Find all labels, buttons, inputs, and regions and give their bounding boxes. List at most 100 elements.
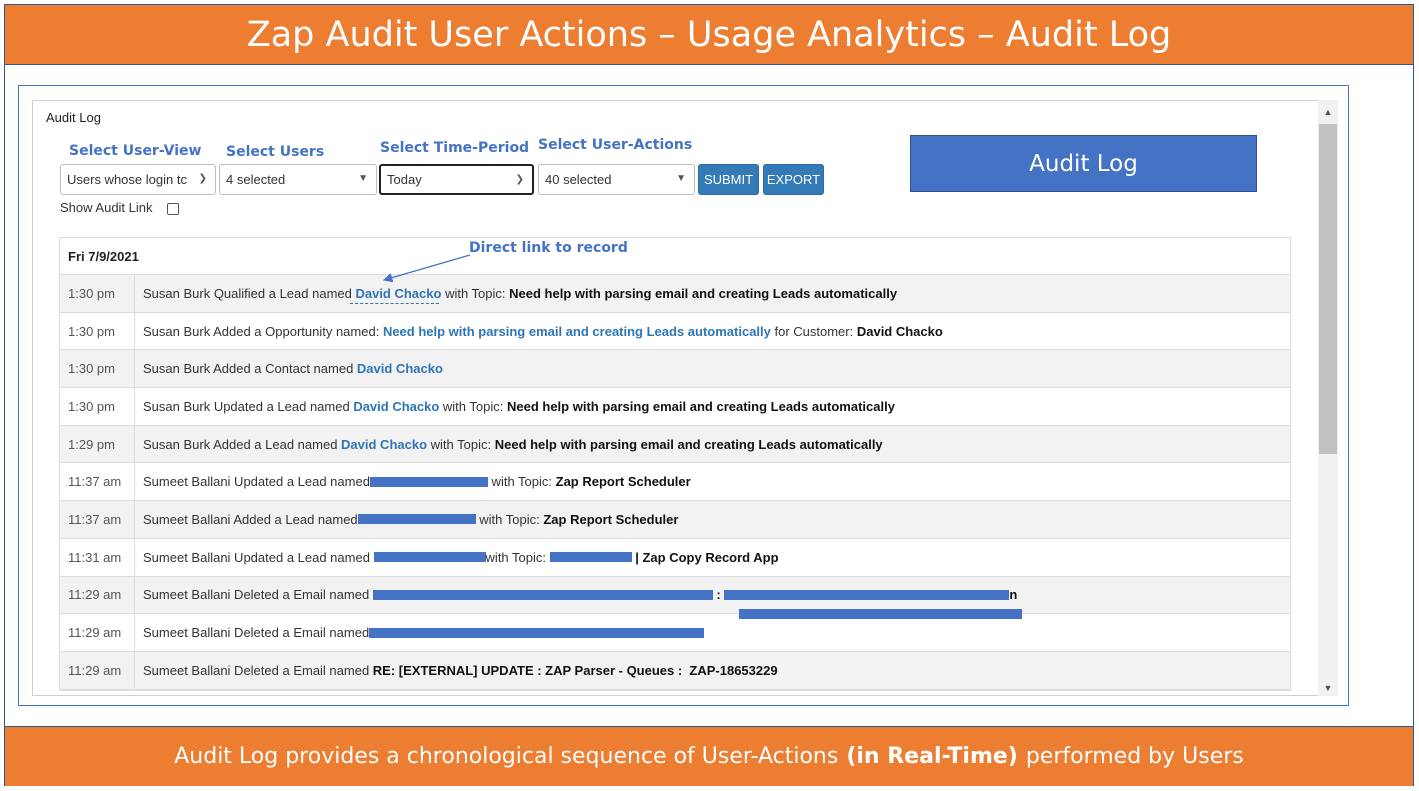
redacted-value: [724, 589, 1010, 600]
log-message: Susan Burk Added a Opportunity named: Ne…: [135, 313, 943, 350]
submit-button[interactable]: SUBMIT: [698, 164, 759, 195]
header-banner: Zap Audit User Actions – Usage Analytics…: [5, 5, 1413, 65]
log-detail: :: [712, 587, 725, 603]
record-link[interactable]: David Chacko: [357, 361, 443, 376]
log-message: Sumeet Ballani Deleted a Email named: [135, 614, 705, 651]
log-text: Susan Burk Added a Opportunity named:: [143, 323, 383, 339]
annotation-label: Direct link to record: [469, 240, 628, 256]
annotation-arrow: [382, 254, 471, 283]
log-detail: RE: [EXTERNAL] UPDATE : ZAP Parser - Que…: [372, 662, 778, 678]
log-detail: Zap Report Scheduler: [543, 511, 679, 527]
record-link[interactable]: David Chacko: [353, 399, 439, 414]
log-detail: Need help with parsing email and creatin…: [509, 285, 898, 301]
log-time: 1:30 pm: [60, 388, 135, 425]
scroll-thumb[interactable]: [1319, 124, 1337, 454]
redacted-value: [372, 589, 713, 600]
log-time: 11:29 am: [60, 614, 135, 651]
table-row: 11:29 am Sumeet Ballani Deleted a Email n…: [60, 614, 1290, 652]
log-message: Susan Burk Updated a Lead named David Ch…: [135, 388, 895, 425]
log-text: with Topic:: [439, 398, 507, 414]
log-time: 11:31 am: [60, 538, 135, 576]
record-link[interactable]: David Chacko: [341, 437, 427, 452]
record-link[interactable]: Need help with parsing email and creatin…: [383, 324, 771, 339]
log-text: with Topic:: [485, 549, 550, 565]
users-select[interactable]: 4 selected ▼: [219, 164, 377, 195]
scroll-down-arrow-icon[interactable]: ▼: [1318, 678, 1338, 698]
log-text: Sumeet Ballani Deleted a Email named: [143, 587, 373, 603]
export-button[interactable]: EXPORT: [763, 164, 824, 195]
log-text: Sumeet Ballani Updated a Lead named: [143, 474, 370, 490]
audit-log-table: Fri 7/9/2021 1:30 pm Susan Burk Qualified…: [59, 237, 1291, 691]
user-actions-value: 40 selected: [545, 172, 612, 187]
log-message: Susan Burk Qualified a Lead named David …: [135, 275, 897, 312]
scroll-up-arrow-icon[interactable]: ▲: [1318, 102, 1338, 122]
audit-log-callout: Audit Log: [910, 135, 1257, 192]
log-text: Susan Burk Added a Lead named: [143, 436, 342, 452]
redacted-value: [369, 627, 705, 638]
log-time: 11:37 am: [60, 463, 135, 501]
log-text: with Topic:: [475, 511, 544, 527]
time-period-select[interactable]: Today ❯: [379, 164, 534, 195]
log-text: Sumeet Ballani Deleted a Email named: [143, 662, 373, 678]
log-message: Sumeet Ballani Added a Lead named with T…: [135, 501, 678, 538]
date-group-header: Fri 7/9/2021: [60, 238, 1290, 275]
show-audit-link-checkbox[interactable]: [167, 203, 179, 215]
log-detail: Zap Report Scheduler: [555, 474, 691, 490]
caret-down-icon: ▼: [676, 173, 686, 184]
log-text: Susan Burk Qualified a Lead named: [143, 285, 356, 301]
footer-text-bold: (in Real-Time): [846, 744, 1018, 769]
user-view-select[interactable]: Users whose login tc ❯: [60, 164, 216, 195]
log-time: 11:37 am: [60, 501, 135, 538]
user-actions-select[interactable]: 40 selected ▼: [538, 164, 695, 195]
redacted-value: [549, 552, 632, 563]
log-text: Susan Burk Added a Contact named: [143, 361, 357, 377]
caret-down-icon: ▼: [358, 173, 368, 184]
chevron-down-icon: ❯: [515, 174, 524, 185]
user-actions-label: Select User-Actions: [538, 137, 693, 153]
log-detail: Need help with parsing email and creatin…: [506, 398, 895, 414]
log-time: 1:30 pm: [60, 312, 135, 350]
time-period-label: Select Time-Period: [380, 140, 530, 156]
log-time: 1:30 pm: [60, 350, 135, 388]
log-text: Sumeet Ballani Updated a Lead named: [143, 549, 374, 565]
footer-text-after: performed by Users: [1025, 744, 1244, 769]
log-detail: David Chacko: [856, 323, 943, 339]
log-text: Sumeet Ballani Deleted a Email named: [143, 625, 370, 641]
footer-banner: Audit Log provides a chronological seque…: [5, 726, 1413, 786]
redacted-value: [369, 476, 488, 487]
user-view-label: Select User-View: [69, 143, 202, 159]
log-text: for Customer:: [770, 323, 857, 339]
log-time: 11:29 am: [60, 651, 135, 689]
log-detail: n: [1009, 587, 1018, 603]
redaction-bar: [739, 609, 1022, 619]
table-row: 11:37 am Sumeet Ballani Added a Lead name…: [60, 501, 1290, 539]
user-view-value: Users whose login tc: [67, 172, 187, 187]
log-detail: | Zap Copy Record App: [631, 549, 779, 565]
log-message: Susan Burk Added a Lead named David Chac…: [135, 426, 883, 463]
log-text: with Topic:: [427, 436, 495, 452]
table-row: 1:30 pm Susan Burk Qualified a Lead named…: [60, 275, 1290, 313]
table-row: 1:30 pm Susan Burk Added a Contact named …: [60, 350, 1290, 389]
log-rows: 1:30 pm Susan Burk Qualified a Lead named…: [60, 275, 1290, 690]
table-row: 11:29 am Sumeet Ballani Deleted a Email n…: [60, 651, 1290, 690]
table-row: 11:29 am Sumeet Ballani Deleted a Email n…: [60, 576, 1290, 615]
header-title: Zap Audit User Actions – Usage Analytics…: [246, 14, 1172, 55]
log-message: Sumeet Ballani Deleted a Email named RE:…: [135, 652, 778, 689]
log-text: with Topic:: [487, 474, 556, 490]
show-audit-link-label: Show Audit Link: [60, 200, 153, 215]
table-row: 11:37 am Sumeet Ballani Updated a Lead na…: [60, 463, 1290, 502]
log-time: 1:30 pm: [60, 275, 135, 312]
table-row: 1:29 pm Susan Burk Added a Lead named Dav…: [60, 425, 1290, 464]
table-row: 1:30 pm Susan Burk Updated a Lead named D…: [60, 388, 1290, 426]
log-message: Sumeet Ballani Updated a Lead named with…: [135, 539, 779, 576]
redacted-value: [357, 514, 476, 525]
chevron-down-icon: ❯: [198, 173, 207, 184]
time-period-value: Today: [387, 172, 422, 187]
table-row: 11:31 am Sumeet Ballani Updated a Lead na…: [60, 538, 1290, 577]
log-text: Susan Burk Updated a Lead named: [143, 398, 354, 414]
redacted-value: [373, 552, 486, 563]
log-time: 1:29 pm: [60, 425, 135, 463]
users-value: 4 selected: [226, 172, 286, 187]
panel-title: Audit Log: [46, 110, 101, 125]
table-row: 1:30 pm Susan Burk Added a Opportunity na…: [60, 312, 1290, 351]
